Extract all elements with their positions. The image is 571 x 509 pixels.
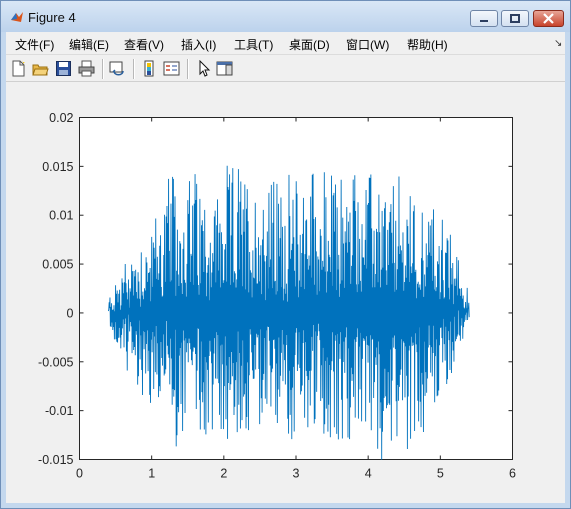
menu-tools[interactable]: 工具(T) [234, 36, 273, 53]
maximize-icon [510, 14, 520, 23]
menu-overflow-icon[interactable]: ↘ [554, 38, 562, 49]
close-button[interactable] [533, 10, 564, 27]
y-tick-label: 0.005 [42, 258, 73, 272]
link-plot-icon[interactable] [109, 60, 126, 77]
menu-edit[interactable]: 编辑(E) [69, 36, 109, 53]
y-tick-label: -0.005 [38, 355, 73, 369]
y-tick-label: -0.015 [38, 453, 73, 467]
x-tick-label: 5 [437, 467, 444, 481]
save-icon[interactable] [55, 60, 72, 77]
toolbar-separator [102, 59, 104, 79]
y-tick-label: -0.01 [45, 404, 74, 418]
menu-desktop[interactable]: 桌面(D) [289, 36, 330, 53]
plot-axes[interactable]: 0 1 2 3 4 5 6 -0.015 -0.01 -0.005 0 0.005 0.01 0.015 0… [6, 82, 565, 503]
menu-help[interactable]: 帮助(H) [407, 36, 448, 53]
menu-file[interactable]: 文件(F) [15, 36, 54, 53]
figure-toolbar [6, 54, 565, 82]
menu-bar: 文件(F) 编辑(E) 查看(V) 插入(I) 工具(T) 桌面(D) 窗口(W… [6, 32, 565, 54]
x-tick-label: 3 [293, 467, 300, 481]
y-tick-label: 0.01 [49, 209, 73, 223]
figure-canvas: 0 1 2 3 4 5 6 -0.015 -0.01 -0.005 0 0.005 0.01 0.015 0… [6, 82, 565, 503]
title-bar[interactable]: Figure 4 [1, 1, 570, 32]
menu-window[interactable]: 窗口(W) [346, 36, 389, 53]
property-editor-icon[interactable] [216, 60, 233, 77]
figure-window: Figure 4 文件(F) 编辑(E) 查看(V) 插入(I) 工具(T) 桌… [0, 0, 571, 509]
matlab-icon [11, 12, 23, 22]
toolbar-separator [187, 59, 189, 79]
minimize-button[interactable] [470, 10, 498, 27]
y-tick-label: 0 [67, 306, 74, 320]
x-tick-label: 6 [509, 467, 516, 481]
y-tick-label: 0.015 [42, 160, 73, 174]
menu-insert[interactable]: 插入(I) [181, 36, 216, 53]
maximize-button[interactable] [501, 10, 529, 27]
pointer-icon[interactable] [195, 60, 212, 77]
new-figure-icon[interactable] [10, 60, 27, 77]
minimize-icon [480, 20, 488, 22]
x-tick-label: 4 [365, 467, 372, 481]
x-tick-label: 0 [76, 467, 83, 481]
close-icon [543, 13, 554, 24]
colorbar-icon[interactable] [141, 60, 158, 77]
toolbar-separator [133, 59, 135, 79]
window-title: Figure 4 [28, 10, 76, 25]
menu-view[interactable]: 查看(V) [124, 36, 164, 53]
y-tick-label: 0.02 [49, 111, 73, 125]
print-icon[interactable] [78, 60, 95, 77]
legend-icon[interactable] [163, 60, 180, 77]
x-tick-label: 1 [148, 467, 155, 481]
x-tick-label: 2 [220, 467, 227, 481]
open-file-icon[interactable] [32, 60, 49, 77]
